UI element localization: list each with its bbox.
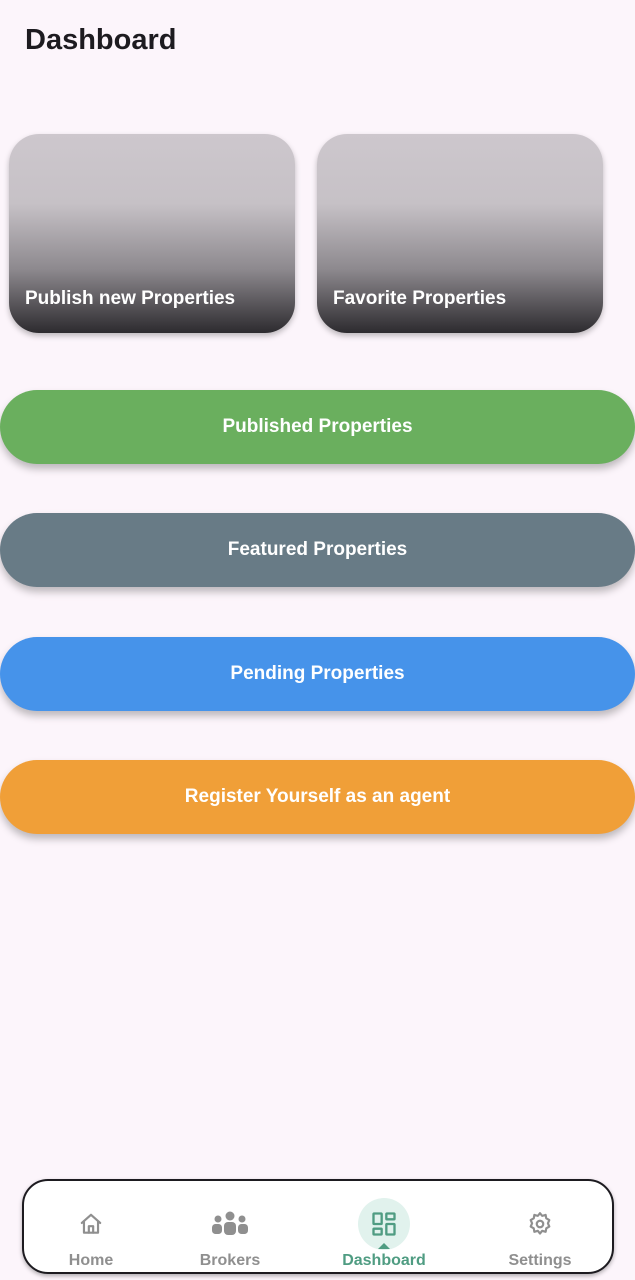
publish-new-properties-card[interactable]: Publish new Properties [9, 134, 295, 333]
pending-properties-button[interactable]: Pending Properties [0, 637, 635, 711]
nav-label-settings: Settings [508, 1252, 572, 1269]
featured-properties-button[interactable]: Featured Properties [0, 513, 635, 587]
nav-item-home[interactable]: Home [31, 1181, 151, 1272]
page-title: Dashboard [25, 24, 177, 56]
bottom-navigation-bar: Home Brokers Dashboard Settings [22, 1179, 614, 1274]
nav-item-settings[interactable]: Settings [480, 1181, 600, 1272]
favorite-properties-label: Favorite Properties [333, 288, 507, 309]
register-agent-button[interactable]: Register Yourself as an agent [0, 760, 635, 834]
publish-new-properties-label: Publish new Properties [25, 288, 236, 309]
nav-item-brokers[interactable]: Brokers [170, 1181, 290, 1272]
gear-icon [514, 1198, 566, 1250]
home-icon [65, 1198, 117, 1250]
nav-item-dashboard[interactable]: Dashboard [324, 1181, 444, 1272]
nav-label-dashboard: Dashboard [342, 1252, 426, 1269]
favorite-properties-card[interactable]: Favorite Properties [317, 134, 603, 333]
nav-label-brokers: Brokers [199, 1252, 261, 1269]
published-properties-button[interactable]: Published Properties [0, 390, 635, 464]
group-icon [204, 1198, 256, 1250]
active-indicator [378, 1243, 390, 1249]
nav-label-home: Home [68, 1252, 114, 1269]
